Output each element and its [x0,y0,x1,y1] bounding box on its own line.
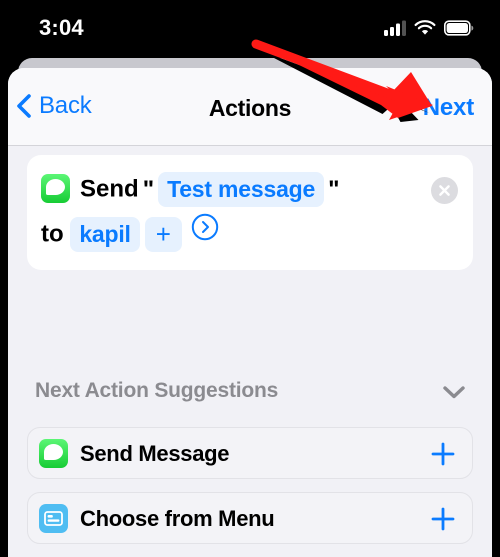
chevron-down-icon[interactable] [441,383,467,406]
status-bar-time: 3:04 [39,15,84,40]
action-preposition: to [41,220,64,248]
add-action-button[interactable] [428,439,458,474]
wifi-icon [414,20,436,35]
chevron-right-circle-icon[interactable] [191,212,219,256]
add-recipient-button[interactable]: + [144,216,182,252]
suggestion-row-send-message[interactable]: Send Message [27,427,473,479]
messages-icon [41,174,70,204]
actions-content: Send " Test message " to kapil + Next Action … [8,146,492,557]
messages-icon [39,439,68,468]
open-quote: " [142,175,155,203]
action-card-send-message[interactable]: Send " Test message " to kapil + [27,155,473,271]
actions-sheet: Back Actions Next Send " Test message " to k… [8,68,492,557]
suggestion-label: Choose from Menu [80,506,275,531]
battery-icon [444,20,474,36]
status-bar-indicators [384,20,474,36]
suggestion-label: Send Message [80,441,230,466]
message-text-token[interactable]: Test message [158,172,325,208]
add-action-button[interactable] [428,504,458,539]
close-quote: " [328,175,340,203]
remove-action-button[interactable] [431,177,458,204]
page-title: Actions [208,95,292,121]
action-card-text: Send " Test message " to kapil + [41,167,459,256]
next-button[interactable]: Next [423,94,474,122]
action-verb: Send [80,175,139,203]
recipient-token[interactable]: kapil [70,216,140,252]
next-action-suggestions-header[interactable]: Next Action Suggestions [8,371,492,415]
cellular-signal-icon [384,20,406,36]
navigation-bar: Back Actions Next [8,68,492,146]
menu-icon [39,504,68,533]
status-bar: 3:04 [0,0,500,58]
suggestion-row-choose-from-menu[interactable]: Choose from Menu [27,492,473,544]
section-title: Next Action Suggestions [35,379,279,402]
